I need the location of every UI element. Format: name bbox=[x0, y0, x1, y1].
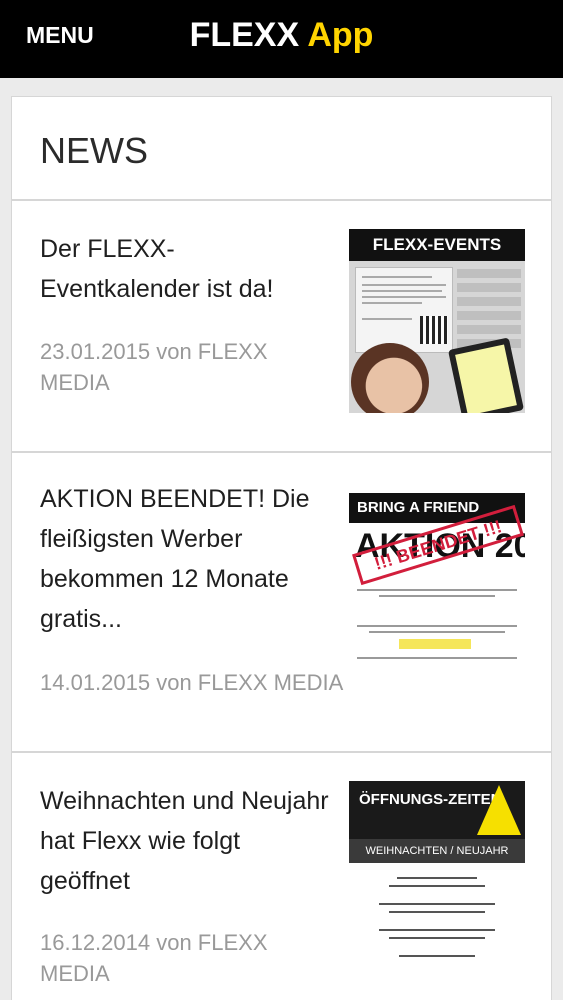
flyer-text-line bbox=[362, 318, 412, 320]
hours-text-line bbox=[389, 885, 485, 887]
event-tag bbox=[457, 283, 521, 292]
prize-text-line bbox=[379, 595, 495, 597]
hours-text-line bbox=[379, 929, 495, 931]
thumbnail-heading-bg: ÖFFNUNGS-ZEITEN bbox=[349, 781, 525, 839]
tablet-graphic bbox=[447, 337, 525, 413]
app-title-accent: App bbox=[307, 16, 374, 54]
news-item-eventkalender[interactable]: Der FLEXX-Eventkalender ist da! 23.01.20… bbox=[11, 200, 552, 452]
news-item-title: Der FLEXX-Eventkalender ist da! bbox=[40, 235, 274, 303]
thumbnail-heading: FLEXX-EVENTS bbox=[349, 229, 525, 261]
prize-text-line bbox=[357, 589, 517, 591]
event-tag bbox=[457, 311, 521, 320]
flyer-graphic bbox=[355, 267, 453, 353]
flyer-text-line bbox=[362, 290, 442, 292]
prize-text-line bbox=[357, 657, 517, 659]
news-item-meta: 23.01.2015 von FLEXX MEDIA bbox=[40, 339, 268, 395]
app-title-main: FLEXX bbox=[189, 16, 300, 54]
thumbnail-subheading: WEIHNACHTEN / NEUJAHR bbox=[349, 839, 525, 863]
news-item-meta: 14.01.2015 von FLEXX MEDIA bbox=[40, 670, 344, 695]
hours-text-line bbox=[399, 955, 475, 957]
news-item-thumbnail: BRING A FRIEND AKTION 2014 !!! BEENDET !… bbox=[349, 479, 525, 663]
christmas-tree-icon bbox=[477, 785, 521, 835]
news-item-meta: 16.12.2014 von FLEXX MEDIA bbox=[40, 930, 268, 986]
sponsor-logo bbox=[357, 605, 517, 619]
qr-code-icon bbox=[420, 316, 448, 344]
hours-text-line bbox=[389, 911, 485, 913]
news-item-aktion-beendet[interactable]: AKTION BEENDET! Die fleißigsten Werber b… bbox=[11, 452, 552, 752]
tablet-screen bbox=[455, 344, 517, 413]
news-item-thumbnail: FLEXX-EVENTS bbox=[349, 229, 525, 413]
hours-text-line bbox=[389, 937, 485, 939]
flyer-text-line bbox=[362, 284, 446, 286]
app-title: FLEXX App bbox=[0, 16, 563, 55]
event-tag bbox=[457, 297, 521, 306]
app-header: MENU FLEXX App bbox=[0, 0, 563, 78]
page-title: NEWS bbox=[40, 130, 148, 171]
sponsor-badge bbox=[399, 639, 471, 649]
flyer-text-line bbox=[362, 276, 432, 278]
flyer-text-line bbox=[362, 296, 446, 298]
event-tag bbox=[457, 269, 521, 278]
prize-text-line bbox=[369, 631, 505, 633]
news-item-weihnachten[interactable]: Weihnachten und Neujahr hat Flexx wie fo… bbox=[11, 752, 552, 1000]
thumbnail-body bbox=[349, 261, 525, 413]
news-item-title: Weihnachten und Neujahr hat Flexx wie fo… bbox=[40, 787, 329, 895]
flyer-text-line bbox=[362, 302, 422, 304]
news-header-card: NEWS bbox=[11, 96, 552, 200]
event-tag bbox=[457, 325, 521, 334]
news-item-title: AKTION BEENDET! Die fleißigsten Werber b… bbox=[40, 485, 310, 633]
woman-photo bbox=[351, 343, 429, 413]
prize-text-line bbox=[357, 625, 517, 627]
news-item-thumbnail: ÖFFNUNGS-ZEITEN WEIHNACHTEN / NEUJAHR bbox=[349, 781, 525, 965]
hours-text-line bbox=[397, 877, 477, 879]
hours-text-line bbox=[379, 903, 495, 905]
